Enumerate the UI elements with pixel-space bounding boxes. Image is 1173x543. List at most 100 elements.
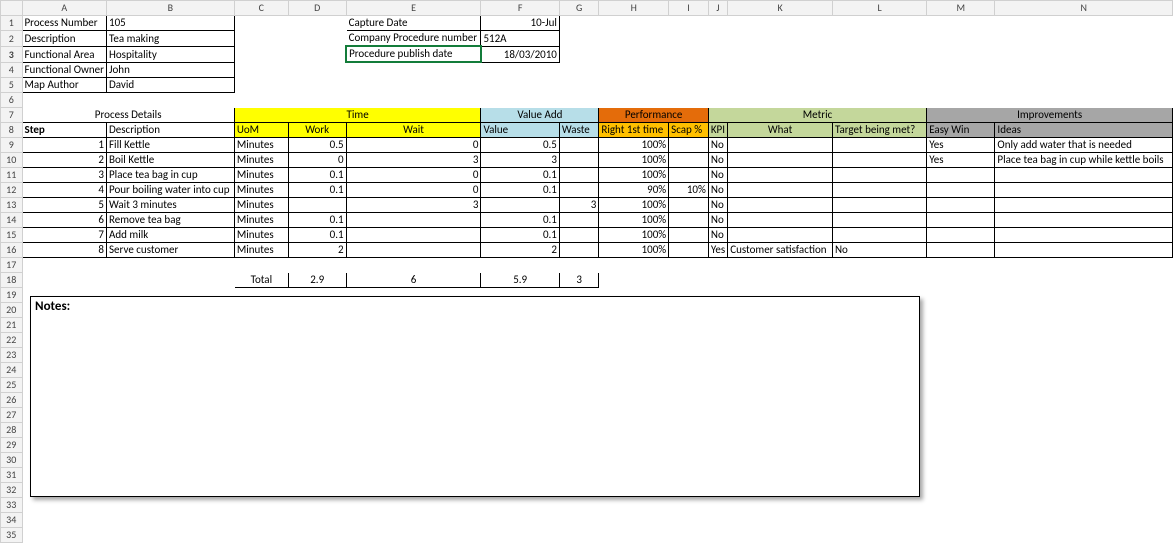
cell[interactable]: 0	[346, 137, 481, 152]
cell[interactable]	[995, 182, 1173, 197]
cell[interactable]: No	[708, 227, 727, 242]
cell[interactable]	[995, 227, 1173, 242]
cell[interactable]	[346, 227, 481, 242]
cell[interactable]: 8	[22, 242, 107, 257]
cell[interactable]	[559, 152, 598, 167]
cell[interactable]	[832, 212, 926, 227]
cell[interactable]: Serve customer	[107, 242, 235, 257]
cell[interactable]	[728, 212, 833, 227]
cell[interactable]: Minutes	[234, 242, 288, 257]
cell[interactable]	[832, 137, 926, 152]
cell[interactable]	[288, 197, 346, 212]
cell[interactable]	[669, 212, 709, 227]
table-row[interactable]: 102Boil KettleMinutes033100%NoYesPlace t…	[1, 152, 1173, 167]
cell[interactable]: Only add water that is needed	[995, 137, 1173, 152]
cell[interactable]: No	[708, 212, 727, 227]
cell[interactable]: No	[708, 197, 727, 212]
col-B[interactable]: B	[107, 1, 235, 16]
cell[interactable]: Remove tea bag	[107, 212, 235, 227]
cell[interactable]: Yes	[708, 242, 727, 257]
cell[interactable]	[832, 197, 926, 212]
col-J[interactable]: J	[708, 1, 727, 16]
cell[interactable]: 100%	[599, 242, 669, 257]
cell[interactable]	[559, 227, 598, 242]
cell[interactable]: 10-Jul	[481, 16, 559, 31]
row-5[interactable]: 5 Map Author David	[1, 77, 1173, 92]
row[interactable]: 35	[1, 527, 1173, 542]
row-18-totals[interactable]: 18 Total 2.9 6 5.9 3	[1, 272, 1173, 287]
cell[interactable]: No	[708, 167, 727, 182]
cell[interactable]	[728, 182, 833, 197]
col-M[interactable]: M	[927, 1, 995, 16]
cell[interactable]: Fill Kettle	[107, 137, 235, 152]
cell[interactable]: Place tea bag in cup	[107, 167, 235, 182]
cell[interactable]: Minutes	[234, 227, 288, 242]
col-A[interactable]: A	[22, 1, 107, 16]
cell[interactable]: 18/03/2010	[481, 46, 559, 62]
cell[interactable]	[559, 212, 598, 227]
select-all[interactable]	[1, 1, 23, 16]
cell[interactable]	[832, 167, 926, 182]
cell[interactable]: Tea making	[107, 31, 235, 47]
cell[interactable]: Minutes	[234, 197, 288, 212]
cell[interactable]: 2	[288, 242, 346, 257]
cell[interactable]	[728, 137, 833, 152]
cell[interactable]	[832, 182, 926, 197]
cell[interactable]	[728, 152, 833, 167]
cell[interactable]: 2	[22, 152, 107, 167]
cell[interactable]: 3	[346, 197, 481, 212]
cell[interactable]: 0.1	[481, 167, 559, 182]
cell[interactable]: Place tea bag in cup while kettle boils	[995, 152, 1173, 167]
cell[interactable]: Boil Kettle	[107, 152, 235, 167]
row-hdr[interactable]: 5	[1, 77, 23, 92]
cell[interactable]: 3	[481, 152, 559, 167]
cell[interactable]	[927, 242, 995, 257]
cell[interactable]: 3	[559, 197, 598, 212]
table-row[interactable]: 168Serve customerMinutes22100%YesCustome…	[1, 242, 1173, 257]
cell[interactable]: Hospitality	[107, 46, 235, 62]
cell[interactable]	[995, 212, 1173, 227]
row-hdr[interactable]: 3	[1, 46, 23, 62]
cell[interactable]: 5	[22, 197, 107, 212]
cell[interactable]: Minutes	[234, 212, 288, 227]
cell[interactable]: Description	[22, 31, 107, 47]
cell[interactable]: 10%	[669, 182, 709, 197]
cell[interactable]: 100%	[599, 212, 669, 227]
col-G[interactable]: G	[559, 1, 598, 16]
cell[interactable]: Minutes	[234, 182, 288, 197]
col-I[interactable]: I	[669, 1, 709, 16]
cell[interactable]	[669, 197, 709, 212]
active-cell[interactable]: Procedure publish date	[346, 46, 481, 62]
column-header-row[interactable]: A B C D E F G H I J K L M N	[1, 1, 1173, 16]
cell[interactable]	[669, 167, 709, 182]
cell[interactable]: Functional Owner	[22, 62, 107, 77]
cell[interactable]: No	[832, 242, 926, 257]
cell[interactable]: 0.1	[288, 182, 346, 197]
cell[interactable]	[669, 152, 709, 167]
cell[interactable]: 100%	[599, 137, 669, 152]
cell[interactable]	[927, 167, 995, 182]
cell[interactable]: Yes	[927, 137, 995, 152]
cell[interactable]: 0	[288, 152, 346, 167]
row-1[interactable]: 1 Process Number 105 Capture Date 10-Jul	[1, 16, 1173, 31]
cell[interactable]	[669, 242, 709, 257]
col-F[interactable]: F	[481, 1, 559, 16]
cell[interactable]: 2	[481, 242, 559, 257]
cell[interactable]: 0	[346, 182, 481, 197]
cell[interactable]: Minutes	[234, 167, 288, 182]
cell[interactable]	[559, 182, 598, 197]
cell[interactable]: 3	[346, 152, 481, 167]
cell[interactable]	[559, 242, 598, 257]
cell[interactable]	[669, 137, 709, 152]
cell[interactable]: 1	[22, 137, 107, 152]
cell[interactable]: Add milk	[107, 227, 235, 242]
cell[interactable]	[728, 197, 833, 212]
cell[interactable]: Capture Date	[346, 16, 481, 31]
cell[interactable]	[669, 227, 709, 242]
cell[interactable]	[832, 227, 926, 242]
cell[interactable]: 7	[22, 227, 107, 242]
row-3[interactable]: 3 Functional Area Hospitality Procedure …	[1, 46, 1173, 62]
col-C[interactable]: C	[234, 1, 288, 16]
cell[interactable]	[927, 212, 995, 227]
cell[interactable]	[559, 167, 598, 182]
